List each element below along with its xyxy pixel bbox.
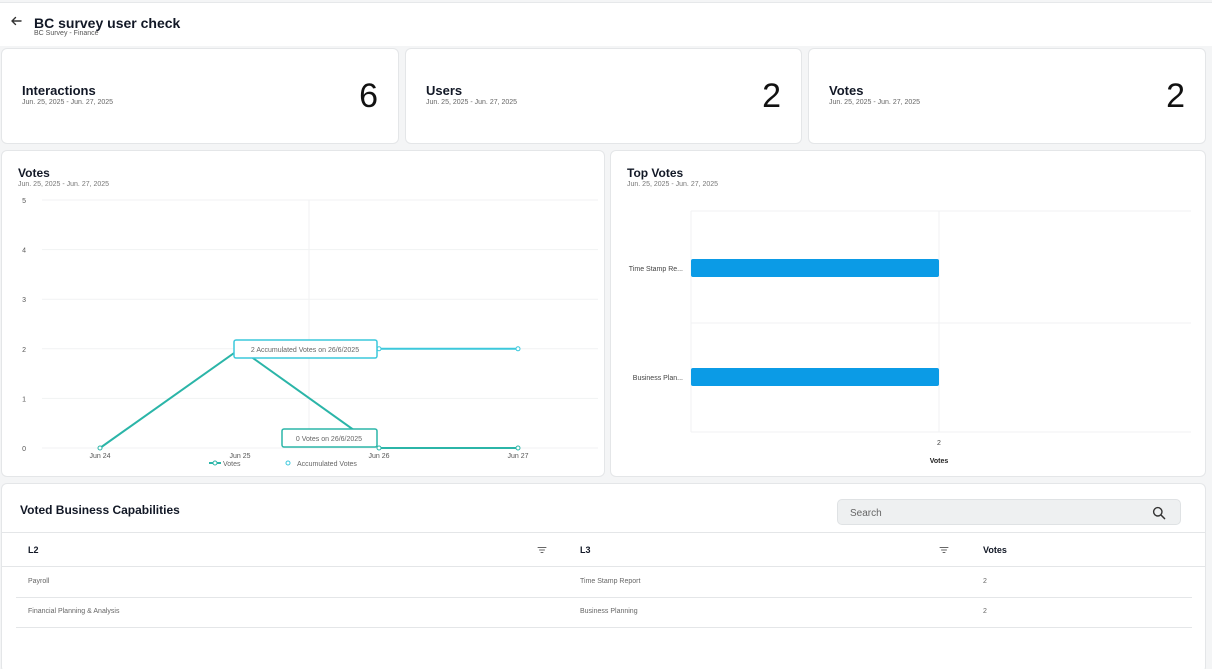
dashboard-page: BC survey user check BC Survey - Finance… <box>0 0 1212 669</box>
votes-chart-card: Votes Jun. 25, 2025 - Jun. 27, 2025 0123… <box>1 150 605 477</box>
table-title: Voted Business Capabilities <box>20 503 180 517</box>
table-header: L2 L3 Votes <box>2 532 1206 567</box>
stat-date-range: Jun. 25, 2025 - Jun. 27, 2025 <box>426 99 518 106</box>
cell-l3: Business Planning <box>580 608 638 615</box>
x-tick-label: Jun 25 <box>229 453 250 460</box>
y-category-label: Business Plan... <box>633 375 683 382</box>
stat-date-range: Jun. 25, 2025 - Jun. 27, 2025 <box>22 99 114 106</box>
y-tick-label: 3 <box>22 297 26 304</box>
table-row[interactable]: Payroll Time Stamp Report 2 <box>16 568 1192 598</box>
search-input[interactable] <box>850 505 1130 521</box>
stat-value: 2 <box>762 77 781 115</box>
stat-label: Users <box>426 83 463 98</box>
search-box <box>837 499 1181 525</box>
page-title: BC survey user check <box>34 15 181 31</box>
y-tick-label: 5 <box>22 198 26 205</box>
x-tick-label: Jun 27 <box>507 453 528 460</box>
cell-votes: 2 <box>983 578 987 585</box>
cell-l2: Financial Planning & Analysis <box>28 608 120 615</box>
tooltip-accumulated-text: 2 Accumulated Votes on 26/6/2025 <box>251 347 359 354</box>
tooltip-votes-text: 0 Votes on 26/6/2025 <box>296 436 362 443</box>
voted-capabilities-card: Voted Business Capabilities L2 L3 Votes … <box>1 483 1206 669</box>
data-point-votes <box>515 445 521 451</box>
column-header-l3[interactable]: L3 <box>580 545 591 555</box>
votes-line-chart: 0 1 2 3 4 5 Jun 24 Jun 25 Jun 26 Jun 27 2 Accumula… <box>22 198 598 468</box>
cell-l2: Payroll <box>28 578 50 585</box>
data-point-votes <box>97 445 103 451</box>
legend-label-votes: Votes <box>223 461 241 468</box>
filter-icon[interactable] <box>537 545 547 555</box>
top-votes-chart-card: Top Votes Jun. 25, 2025 - Jun. 27, 2025 … <box>610 150 1206 477</box>
search-icon[interactable] <box>1152 506 1166 520</box>
x-tick-label: 2 <box>937 440 941 447</box>
legend-marker-votes <box>212 460 218 466</box>
y-tick-label: 0 <box>22 446 26 453</box>
y-category-label: Time Stamp Re... <box>629 266 683 273</box>
stat-card-interactions: Interactions Jun. 25, 2025 - Jun. 27, 20… <box>1 48 399 144</box>
stat-value: 6 <box>359 77 378 115</box>
page-header: BC survey user check BC Survey - Finance <box>0 2 1212 46</box>
stat-date-range: Jun. 25, 2025 - Jun. 27, 2025 <box>829 99 921 106</box>
legend-marker-accumulated <box>285 460 291 466</box>
stat-card-votes: Votes Jun. 25, 2025 - Jun. 27, 2025 2 <box>808 48 1206 144</box>
cell-votes: 2 <box>983 608 987 615</box>
back-arrow-icon[interactable] <box>8 13 24 29</box>
y-tick-label: 2 <box>22 347 26 354</box>
table-row[interactable]: Financial Planning & Analysis Business P… <box>16 598 1192 628</box>
stat-label: Interactions <box>22 83 96 98</box>
y-tick-label: 4 <box>22 248 26 255</box>
stat-value: 2 <box>1166 77 1185 115</box>
bar <box>691 368 939 386</box>
filter-icon[interactable] <box>939 545 949 555</box>
cell-l3: Time Stamp Report <box>580 578 641 585</box>
data-point-votes <box>376 445 382 451</box>
x-tick-label: Jun 24 <box>89 453 110 460</box>
top-votes-bar-chart: Time Stamp Re... Business Plan... 2 Votes <box>629 210 1191 465</box>
x-axis-label: Votes <box>930 458 949 465</box>
legend-label-accumulated: Accumulated Votes <box>297 461 357 468</box>
x-tick-label: Jun 26 <box>368 453 389 460</box>
data-point-accumulated <box>515 346 521 352</box>
stat-card-users: Users Jun. 25, 2025 - Jun. 27, 2025 2 <box>405 48 802 144</box>
column-header-l2[interactable]: L2 <box>28 545 39 555</box>
y-tick-label: 1 <box>22 396 26 403</box>
page-subtitle: BC Survey - Finance <box>34 30 99 37</box>
column-header-votes[interactable]: Votes <box>983 545 1007 555</box>
stat-label: Votes <box>829 83 864 98</box>
bar <box>691 259 939 277</box>
